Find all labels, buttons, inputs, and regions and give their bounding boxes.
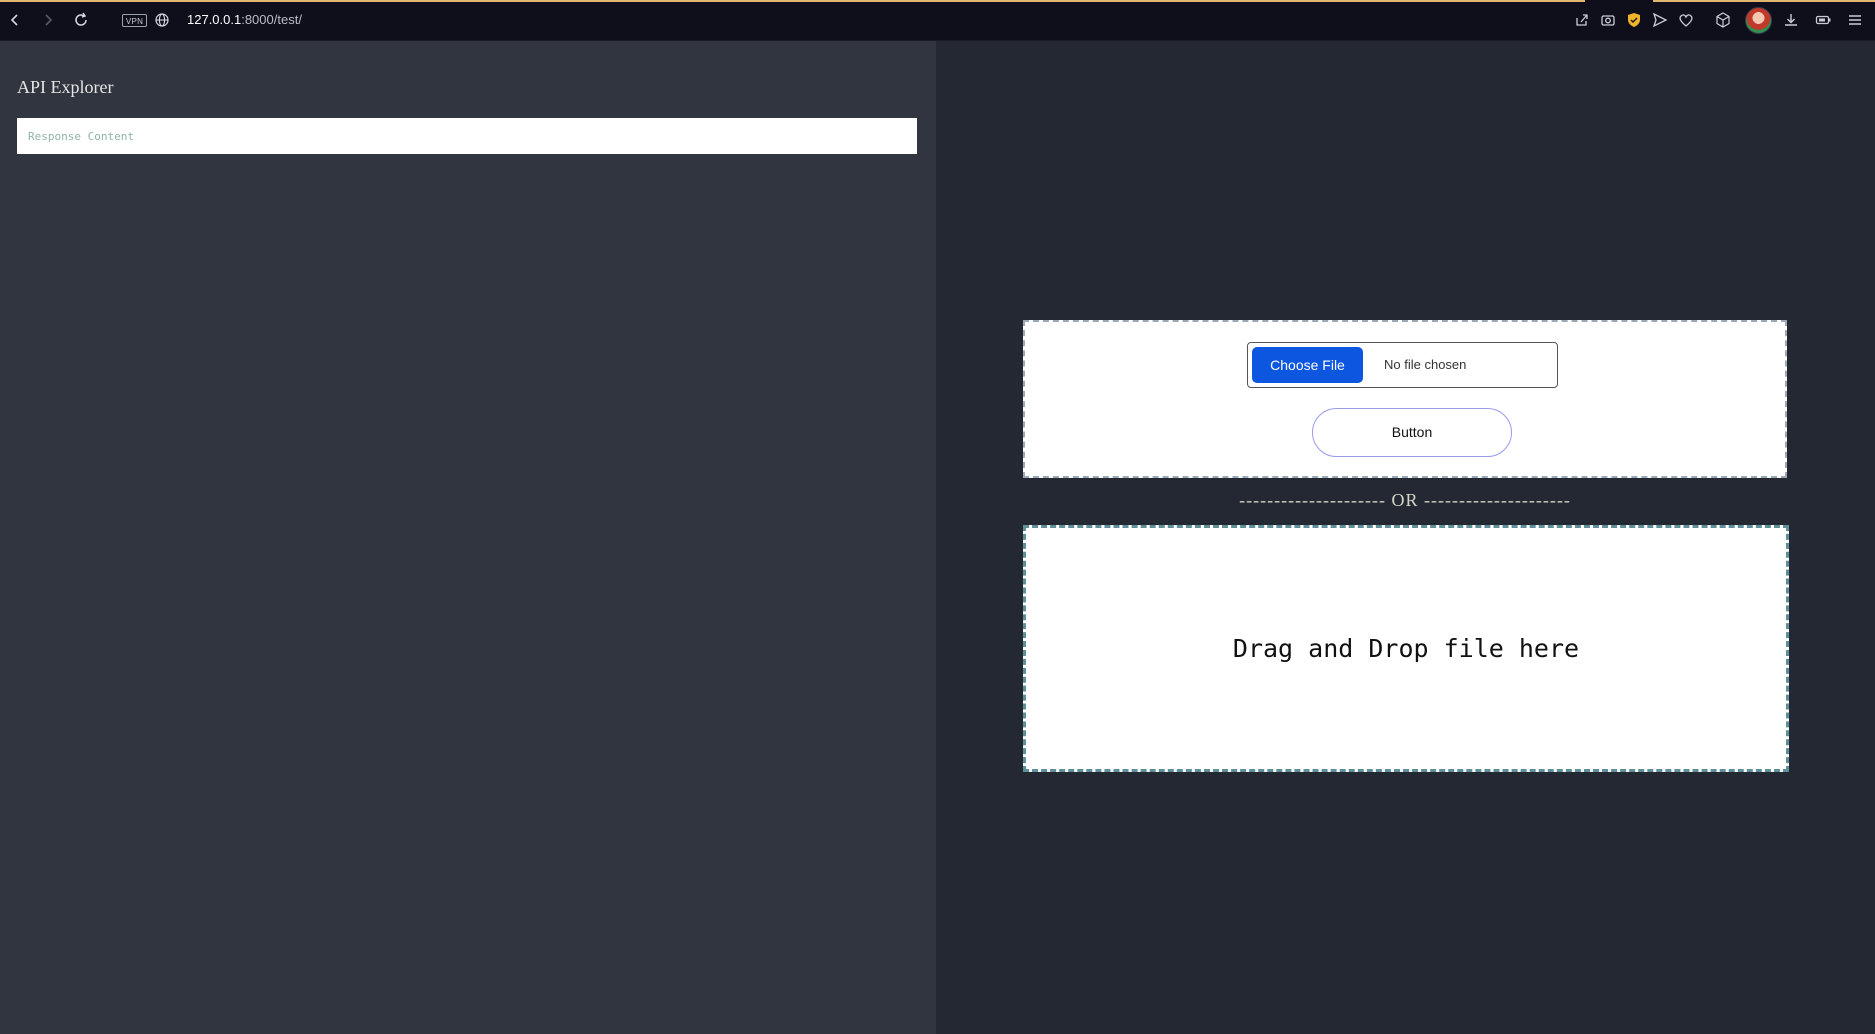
shield-icon[interactable] <box>1624 10 1644 30</box>
browser-toolbar: VPN 127.0.0.1:8000/test/ <box>0 0 1875 41</box>
cube-icon[interactable] <box>1713 10 1733 30</box>
submit-button[interactable]: Button <box>1312 408 1512 457</box>
globe-icon[interactable] <box>152 10 172 30</box>
address-bar[interactable]: 127.0.0.1:8000/test/ <box>187 12 302 27</box>
forward-icon[interactable] <box>38 10 58 30</box>
file-input[interactable]: Choose File No file chosen <box>1247 342 1558 388</box>
file-status-text: No file chosen <box>1384 357 1467 372</box>
drop-zone[interactable]: Drag and Drop file here <box>1023 525 1789 772</box>
reload-icon[interactable] <box>71 10 91 30</box>
drop-zone-label: Drag and Drop file here <box>1232 634 1580 663</box>
url-path: :8000/test/ <box>241 12 302 27</box>
page-title: API Explorer <box>17 77 114 97</box>
url-host: 127.0.0.1 <box>187 12 242 27</box>
heart-icon[interactable] <box>1676 10 1696 30</box>
choose-file-button[interactable]: Choose File <box>1252 347 1363 383</box>
left-panel: API Explorer <box>0 41 936 1034</box>
menu-icon[interactable] <box>1845 10 1865 30</box>
or-separator: --------------------- OR ---------------… <box>1239 490 1571 510</box>
battery-icon[interactable] <box>1813 10 1833 30</box>
vpn-badge[interactable]: VPN <box>122 14 147 27</box>
loading-bar-segment <box>1653 0 1875 2</box>
camera-icon[interactable] <box>1598 10 1618 30</box>
upload-card: Choose File No file chosen Button <box>1023 320 1787 478</box>
response-content-field[interactable] <box>17 118 917 154</box>
back-icon[interactable] <box>5 10 25 30</box>
profile-avatar[interactable] <box>1745 7 1772 34</box>
send-icon[interactable] <box>1650 10 1670 30</box>
right-panel: Choose File No file chosen Button ------… <box>936 41 1875 1034</box>
loading-bar <box>0 0 1585 2</box>
download-icon[interactable] <box>1781 10 1801 30</box>
share-icon[interactable] <box>1572 10 1592 30</box>
